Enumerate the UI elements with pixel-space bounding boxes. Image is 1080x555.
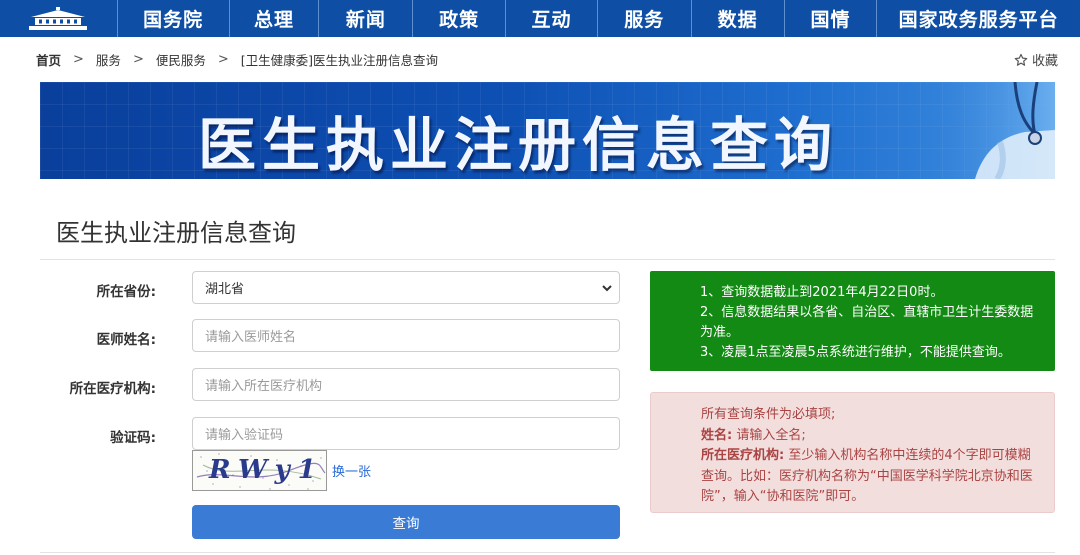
breadcrumb-services[interactable]: 服务 <box>96 50 121 69</box>
notice-requirements-box: 所有查询条件为必填项; 姓名: 请输入全名; 所在医疗机构: 至少输入机构名称中… <box>650 392 1055 513</box>
site-logo[interactable] <box>0 0 118 37</box>
nav-fuwu[interactable]: 服务 <box>598 0 692 37</box>
notice-line: 3、凌晨1点至凌晨5点系统进行维护，不能提供查询。 <box>700 345 1011 360</box>
medical-institution-label: 所在医疗机构: <box>69 381 156 397</box>
doctor-name-label: 医师姓名: <box>96 332 156 348</box>
notice-line: 1、查询数据截止到2021年4月22日0时。 <box>700 285 944 300</box>
search-button[interactable]: 查询 <box>192 505 620 539</box>
breadcrumb: 首页 > 服务 > 便民服务 > [卫生健康委]医生执业注册信息查询 <box>36 50 438 68</box>
nav-national-gov-service-platform[interactable]: 国家政务服务平台 <box>877 0 1080 37</box>
requirements-org-line: 所在医疗机构: 至少输入机构名称中连续的4个字即可模糊查询。比如：医疗机构名称为… <box>701 446 1042 508</box>
favorite-button[interactable]: 收藏 <box>1014 50 1058 69</box>
notice-info-box: 1、查询数据截止到2021年4月22日0时。 2、信息数据结果以各省、自治区、直… <box>650 271 1055 371</box>
requirements-org-term: 所在医疗机构: <box>701 448 785 463</box>
captcha-input[interactable]: 请输入验证码 <box>192 417 620 450</box>
breadcrumb-convenience-services[interactable]: 便民服务 <box>156 50 206 69</box>
requirements-name-line: 姓名: 请输入全名; <box>701 426 1042 447</box>
notice-line: 2、信息数据结果以各省、自治区、直辖市卫生计生委数据为准。 <box>700 305 1034 340</box>
divider <box>40 552 1055 553</box>
doctor-stethoscope-image <box>905 82 1055 179</box>
chevron-down-icon <box>602 285 612 292</box>
nav-shuju[interactable]: 数据 <box>692 0 785 37</box>
favorite-label: 收藏 <box>1031 54 1058 69</box>
nav-hudong[interactable]: 互动 <box>506 0 598 37</box>
nav-guoqing[interactable]: 国情 <box>785 0 878 37</box>
top-navigation: 国务院 总理 新闻 政策 互动 服务 数据 国情 国家政务服务平台 <box>0 0 1080 37</box>
breadcrumb-separator: > <box>73 51 84 67</box>
breadcrumb-home[interactable]: 首页 <box>36 50 61 69</box>
nav-zongli[interactable]: 总理 <box>230 0 320 37</box>
province-select-value: 湖北省 <box>205 282 245 297</box>
doctor-name-input[interactable]: 请输入医师姓名 <box>192 319 620 352</box>
banner-title: 医生执业注册信息查询 <box>198 111 839 179</box>
page-title: 医生执业注册信息查询 <box>56 219 296 247</box>
captcha-label: 验证码: <box>110 430 156 446</box>
star-icon <box>1014 53 1028 66</box>
breadcrumb-separator: > <box>132 51 144 67</box>
medical-institution-input[interactable]: 请输入所在医疗机构 <box>192 368 620 401</box>
breadcrumb-separator: > <box>217 51 229 67</box>
divider <box>40 259 1055 260</box>
requirements-name-term: 姓名: <box>701 427 733 443</box>
requirements-name-desc: 请输入全名; <box>736 427 806 443</box>
province-select[interactable]: 湖北省 <box>192 271 620 304</box>
province-label: 所在省份: <box>96 284 156 300</box>
state-council-building-icon <box>29 6 88 30</box>
captcha-text: RWy1 <box>209 455 324 485</box>
breadcrumb-current-page: [卫生健康委]医生执业注册信息查询 <box>240 52 439 68</box>
requirements-intro: 所有查询条件为必填项; <box>701 407 836 422</box>
nav-zhengce[interactable]: 政策 <box>413 0 507 37</box>
captcha-image[interactable]: RWy1 <box>192 450 327 491</box>
nav-xinwen[interactable]: 新闻 <box>319 0 414 37</box>
banner: 医生执业注册信息查询 <box>40 82 1055 179</box>
nav-guowuyuan[interactable]: 国务院 <box>118 0 230 37</box>
refresh-captcha-link[interactable]: 换一张 <box>332 461 371 480</box>
